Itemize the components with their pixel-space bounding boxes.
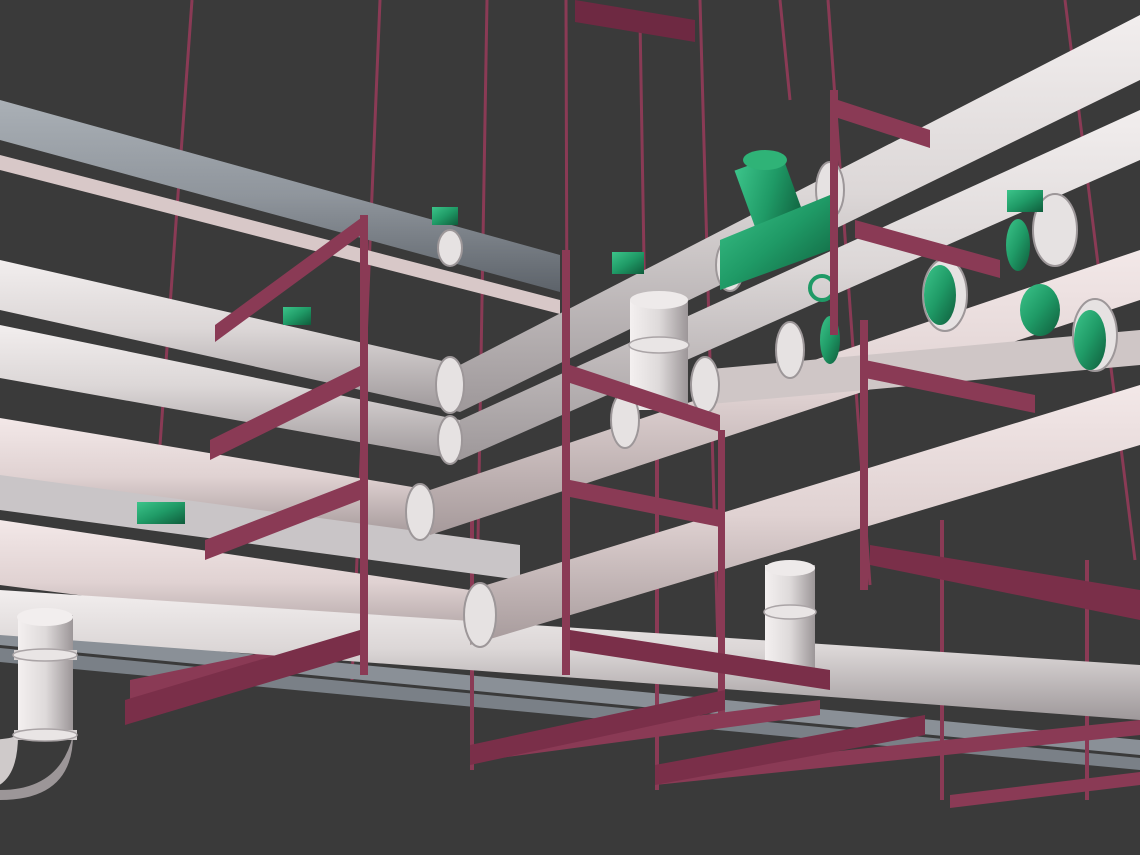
pipe-clamp-icon: [405, 483, 435, 541]
valve-handle-icon: [1007, 190, 1043, 212]
pipe-clamp-icon: [690, 356, 720, 414]
pipe-clamp-icon: [437, 415, 463, 465]
valve-handle-icon: [137, 502, 185, 524]
pipe-clamp-icon: [775, 321, 805, 379]
pipe-clamp-icon: [435, 356, 465, 414]
pipe-clamp-icon: [463, 582, 497, 648]
pipe-clamp-icon: [437, 229, 463, 267]
piping-scene: [0, 0, 1140, 855]
valve-handle-icon: [283, 307, 311, 325]
valve-handle-icon: [432, 207, 458, 225]
valve-handle-icon: [612, 252, 644, 274]
